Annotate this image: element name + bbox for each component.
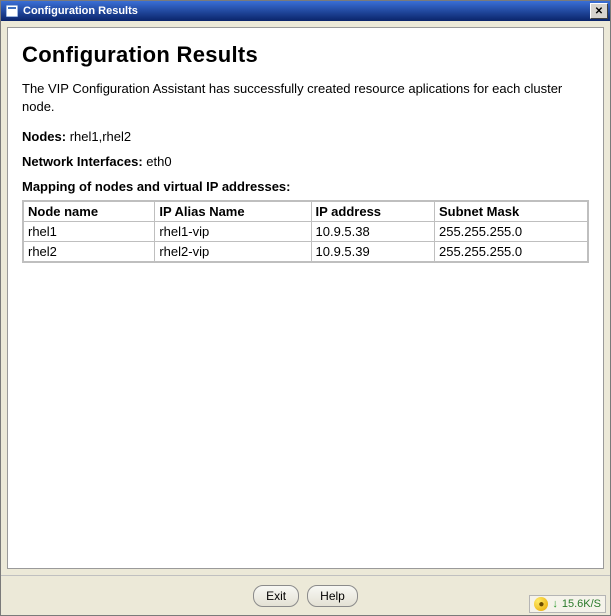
- cell-alias: rhel2-vip: [155, 242, 311, 263]
- window-title: Configuration Results: [23, 5, 590, 17]
- titlebar: Configuration Results ✕: [1, 1, 610, 21]
- nodes-label: Nodes:: [22, 129, 66, 144]
- button-bar: Exit Help ● ↓ 15.6K/S: [1, 575, 610, 615]
- nodes-value: rhel1,rhel2: [70, 129, 131, 144]
- cell-ip: 10.9.5.39: [311, 242, 434, 263]
- netif-value: eth0: [146, 154, 171, 169]
- col-ip-address: IP address: [311, 201, 434, 222]
- network-interfaces-line: Network Interfaces: eth0: [22, 154, 589, 169]
- download-arrow-icon: ↓: [552, 598, 558, 610]
- cell-node: rhel1: [23, 222, 155, 242]
- mapping-table: Node name IP Alias Name IP address Subne…: [22, 200, 589, 263]
- cell-node: rhel2: [23, 242, 155, 263]
- table-row: rhel1 rhel1-vip 10.9.5.38 255.255.255.0: [23, 222, 588, 242]
- cell-mask: 255.255.255.0: [434, 242, 588, 263]
- help-button[interactable]: Help: [307, 585, 358, 607]
- table-row: rhel2 rhel2-vip 10.9.5.39 255.255.255.0: [23, 242, 588, 263]
- rate-text: 15.6K/S: [562, 598, 601, 610]
- activity-icon: ●: [534, 597, 548, 611]
- cell-alias: rhel1-vip: [155, 222, 311, 242]
- close-icon: ✕: [595, 6, 603, 17]
- table-header-row: Node name IP Alias Name IP address Subne…: [23, 201, 588, 222]
- transfer-rate-indicator: ● ↓ 15.6K/S: [529, 595, 606, 613]
- nodes-line: Nodes: rhel1,rhel2: [22, 129, 589, 144]
- description-text: The VIP Configuration Assistant has succ…: [22, 80, 589, 115]
- netif-label: Network Interfaces:: [22, 154, 143, 169]
- close-button[interactable]: ✕: [590, 3, 608, 19]
- mapping-label: Mapping of nodes and virtual IP addresse…: [22, 179, 589, 194]
- cell-mask: 255.255.255.0: [434, 222, 588, 242]
- col-node-name: Node name: [23, 201, 155, 222]
- exit-button[interactable]: Exit: [253, 585, 299, 607]
- col-ip-alias: IP Alias Name: [155, 201, 311, 222]
- app-icon: [5, 4, 19, 18]
- content-panel: Configuration Results The VIP Configurat…: [7, 27, 604, 569]
- cell-ip: 10.9.5.38: [311, 222, 434, 242]
- col-subnet-mask: Subnet Mask: [434, 201, 588, 222]
- page-title: Configuration Results: [22, 42, 589, 68]
- config-results-window: Configuration Results ✕ Configuration Re…: [0, 0, 611, 616]
